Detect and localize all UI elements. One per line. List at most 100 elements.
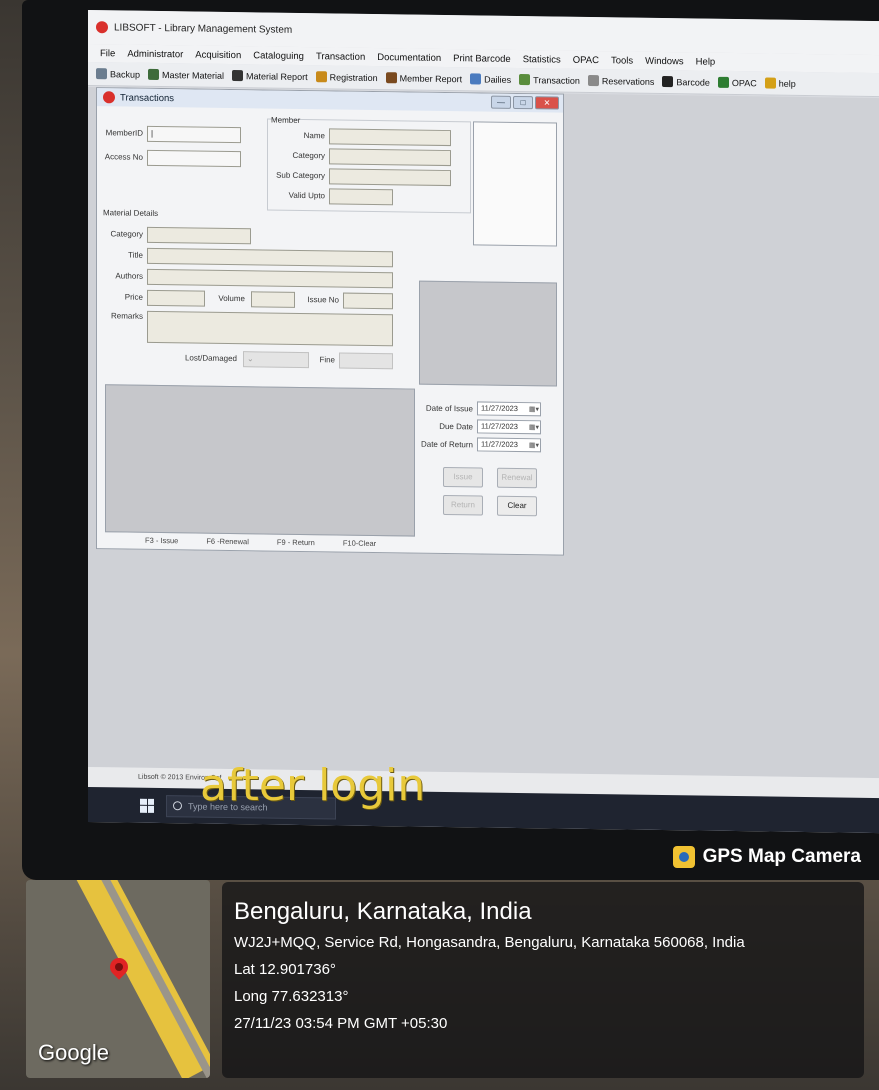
authors-label: Authors (115, 271, 143, 281)
transactions-grid[interactable] (105, 384, 415, 537)
reservations-icon (587, 74, 599, 87)
windows-start-icon[interactable] (140, 798, 154, 813)
toolbar-registration[interactable]: Registration (315, 71, 378, 83)
barcode-icon (662, 76, 674, 88)
menu-print-barcode[interactable]: Print Barcode (453, 53, 511, 65)
toolbar-transaction[interactable]: Transaction (519, 74, 580, 86)
sub-category-field (329, 168, 451, 187)
search-icon (173, 801, 182, 811)
gps-city: Bengaluru, Karnataka, India (234, 898, 532, 925)
clear-button[interactable]: Clear (497, 495, 537, 517)
menu-transaction[interactable]: Transaction (316, 51, 365, 63)
material-category-field (147, 226, 251, 245)
menu-windows[interactable]: Windows (645, 55, 684, 67)
close-button[interactable]: ✕ (535, 96, 559, 110)
menu-acquisition[interactable]: Acquisition (195, 49, 241, 61)
shortcut-return: F9 - Return (276, 537, 315, 547)
monitor-screen: LIBSOFT - Library Management System File… (88, 10, 879, 834)
name-field (329, 128, 451, 147)
menu-help[interactable]: Help (696, 56, 716, 67)
title-label: Title (128, 250, 143, 260)
category-field (329, 148, 451, 167)
issue-button[interactable]: Issue (443, 466, 483, 488)
issue-no-label: Issue No (307, 295, 339, 305)
toolbar-backup[interactable]: Backup (96, 68, 140, 80)
window-controls: — □ ✕ (491, 95, 559, 110)
menu-file[interactable]: File (100, 48, 115, 59)
issue-no-field (343, 292, 393, 310)
google-logo: Google (38, 1040, 109, 1065)
toolbar-member-report[interactable]: Member Report (385, 72, 462, 84)
name-label: Name (303, 131, 325, 141)
gps-info-panel: Bengaluru, Karnataka, India WJ2J+MQQ, Se… (222, 882, 864, 1078)
toolbar-master-material[interactable]: Master Material (148, 68, 224, 81)
app-logo-icon (96, 21, 108, 34)
due-date-picker[interactable]: 11/27/2023 ▦▾ (477, 419, 541, 435)
access-no-field[interactable] (147, 149, 241, 168)
help-icon (764, 77, 776, 89)
menu-administrator[interactable]: Administrator (127, 48, 183, 60)
mdi-workspace: Transactions — □ ✕ MemberID | Access No … (88, 87, 879, 779)
registration-icon (315, 71, 327, 83)
toolbar-material-report[interactable]: Material Report (232, 70, 308, 82)
shortcut-bar: F3 - Issue F6 -Renewal F9 - Return F10-C… (97, 530, 563, 555)
lost-damaged-select[interactable]: ⌄ (243, 351, 309, 369)
menu-tools[interactable]: Tools (611, 55, 633, 66)
date-of-issue-label: Date of Issue (425, 403, 473, 414)
toolbar-opac[interactable]: OPAC (717, 76, 757, 89)
gps-map-camera-badge: GPS Map Camera (672, 846, 861, 868)
toolbar-dailies[interactable]: Dailies (470, 73, 511, 85)
valid-upto-field (329, 188, 393, 206)
toolbar-reservations[interactable]: Reservations (587, 74, 654, 87)
member-id-label: MemberID (105, 128, 143, 138)
calendar-icon: ▦▾ (528, 406, 539, 414)
backup-icon (96, 68, 107, 80)
date-of-issue-picker[interactable]: 11/27/2023 ▦▾ (477, 401, 541, 417)
category-label: Category (292, 150, 325, 161)
gps-latitude: Lat 12.901736° (234, 961, 336, 978)
valid-upto-label: Valid Upto (288, 190, 325, 201)
date-of-return-picker[interactable]: 11/27/2023 ▦▾ (477, 437, 541, 453)
calendar-icon: ▦▾ (528, 424, 539, 432)
transactions-window: Transactions — □ ✕ MemberID | Access No … (96, 87, 564, 556)
renewal-button[interactable]: Renewal (497, 467, 537, 489)
transactions-logo-icon (103, 91, 115, 104)
opac-icon (717, 76, 729, 88)
toolbar-help[interactable]: help (764, 77, 796, 89)
price-label: Price (124, 292, 143, 302)
remarks-field (147, 310, 393, 347)
calendar-icon: ▦▾ (528, 442, 539, 450)
shortcut-clear: F10-Clear (342, 538, 377, 548)
title-field (147, 247, 393, 268)
member-id-field[interactable]: | (147, 125, 241, 144)
menu-cataloguing[interactable]: Cataloguing (253, 50, 304, 62)
dailies-icon (470, 73, 482, 85)
menu-statistics[interactable]: Statistics (523, 54, 561, 66)
menu-opac[interactable]: OPAC (573, 54, 599, 65)
date-of-return-label: Date of Return (420, 439, 473, 450)
member-photo-box (473, 121, 557, 247)
fine-field (339, 352, 393, 370)
material-category-label: Category (110, 229, 143, 239)
return-button[interactable]: Return (443, 494, 483, 516)
master-material-icon (148, 68, 160, 80)
member-section-label: Member (271, 115, 301, 125)
fine-label: Fine (319, 355, 335, 365)
price-field (147, 289, 205, 307)
volume-label: Volume (218, 293, 245, 304)
lost-damaged-label: Lost/Damaged (184, 353, 237, 364)
transaction-icon (519, 74, 531, 86)
minimize-button[interactable]: — (491, 95, 511, 109)
shortcut-issue: F3 - Issue (145, 535, 179, 545)
toolbar-barcode[interactable]: Barcode (662, 76, 710, 88)
app-title: LIBSOFT - Library Management System (114, 21, 293, 36)
material-image-box (419, 280, 557, 387)
material-section-label: Material Details (103, 208, 159, 218)
due-date-label: Due Date (439, 421, 473, 432)
members-icon (385, 72, 397, 84)
maximize-button[interactable]: □ (513, 95, 533, 110)
gps-longitude: Long 77.632313° (234, 988, 349, 1005)
monitor-bezel: LIBSOFT - Library Management System File… (22, 0, 879, 880)
menu-documentation[interactable]: Documentation (377, 52, 441, 64)
binoculars-icon (232, 70, 244, 82)
